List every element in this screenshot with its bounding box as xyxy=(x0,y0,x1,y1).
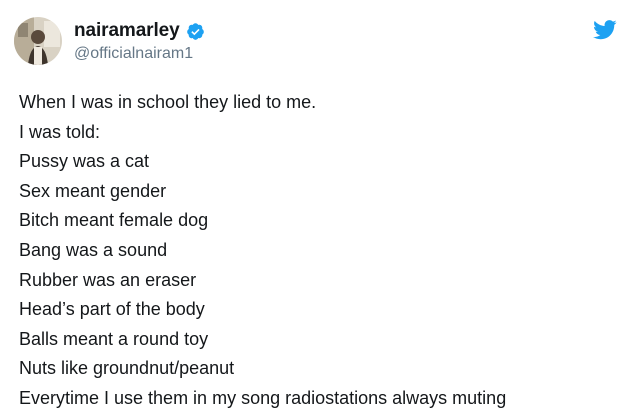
tweet-text: When I was in school they lied to me. I … xyxy=(19,88,631,414)
display-name[interactable]: nairamarley xyxy=(74,20,180,42)
tweet-header: nairamarley @officialnairam1 xyxy=(14,14,205,68)
twitter-bird-icon[interactable] xyxy=(593,20,617,40)
tweet-line: Sex meant gender xyxy=(19,180,167,201)
avatar[interactable] xyxy=(14,17,62,65)
tweet-line: When I was in school they lied to me. xyxy=(19,92,317,112)
user-handle[interactable]: @officialnairam1 xyxy=(74,45,205,63)
tweet-line: Bang was a sound xyxy=(19,239,168,260)
tweet-line: Pussy was a cat xyxy=(19,151,150,172)
tweet-line: Head’s part of the body xyxy=(19,299,205,320)
tweet-line: Balls meant a round toy xyxy=(19,328,209,349)
verified-badge-icon xyxy=(186,22,205,41)
tweet-card: nairamarley @officialnairam1 When I was … xyxy=(0,0,639,412)
name-row: nairamarley xyxy=(74,19,205,43)
tweet-line: I was told: xyxy=(19,121,101,142)
user-names: nairamarley @officialnairam1 xyxy=(74,19,205,63)
tweet-line: Everytime I use them in my song radiosta… xyxy=(19,387,507,408)
tweet-line: Nuts like groundnut/peanut xyxy=(19,358,235,379)
tweet-line: Rubber was an eraser xyxy=(19,269,197,290)
tweet-line: Bitch meant female dog xyxy=(19,210,209,231)
